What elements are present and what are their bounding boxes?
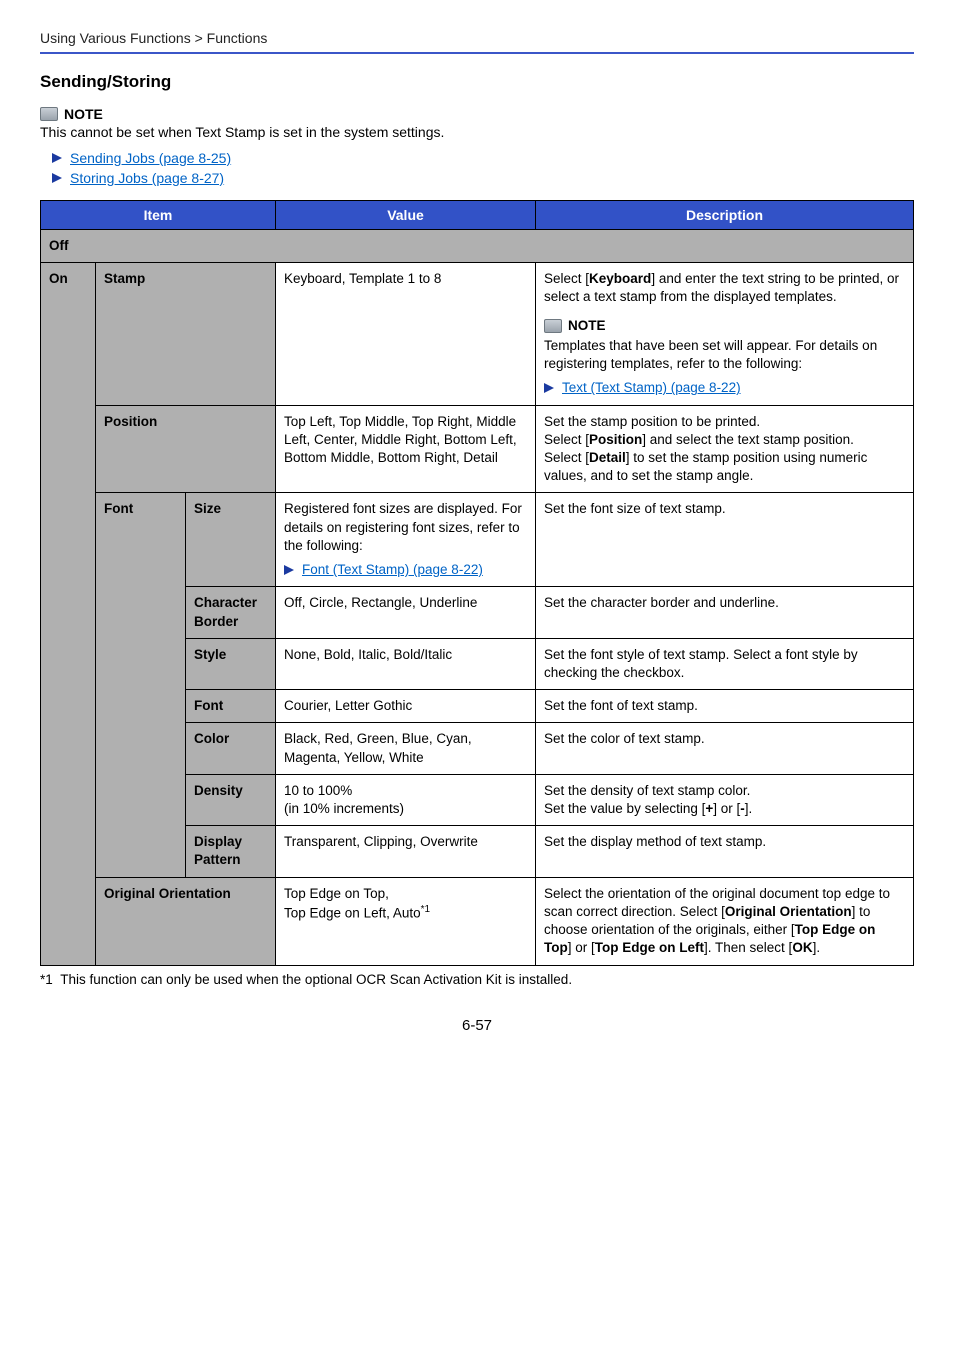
row-orientation: Original Orientation Top Edge on Top, To… [41,877,914,965]
cell-position-desc: Set the stamp position to be printed. Se… [536,405,914,493]
cell-on: On [41,263,96,965]
cell-border-desc: Set the character border and underline. [536,587,914,638]
arrow-icon [52,173,62,183]
cell-size-desc: Set the font size of text stamp. [536,493,914,587]
stamp-note-header: NOTE [544,317,905,335]
cell-off: Off [41,230,914,263]
footnote-marker: *1 [40,972,53,987]
header-rule [40,52,914,54]
page-number: 6-57 [40,1017,914,1034]
cell-color-value: Black, Red, Green, Blue, Cyan, Magenta, … [276,723,536,774]
link-row-sending: Sending Jobs (page 8-25) [52,150,914,166]
cell-density-value: 10 to 100% (in 10% increments) [276,774,536,825]
arrow-icon [52,153,62,163]
cell-size-label: Size [186,493,276,587]
cell-pattern-desc: Set the display method of text stamp. [536,826,914,877]
footnote-text: This function can only be used when the … [60,972,572,987]
cell-color-label: Color [186,723,276,774]
cell-pattern-value: Transparent, Clipping, Overwrite [276,826,536,877]
note-icon [544,319,562,333]
row-stamp: On Stamp Keyboard, Template 1 to 8 Selec… [41,263,914,405]
stamp-link-row: Text (Text Stamp) (page 8-22) [544,379,905,397]
orientation-value-b: Top Edge on Left, Auto*1 [284,903,527,923]
section-title: Sending/Storing [40,72,914,92]
note-icon [40,107,58,121]
cell-color-desc: Set the color of text stamp. [536,723,914,774]
link-storing[interactable]: Storing Jobs (page 8-27) [70,170,224,186]
cell-border-label: Character Border [186,587,276,638]
cell-orientation-label: Original Orientation [96,877,276,965]
row-size: Font Size Registered font sizes are disp… [41,493,914,587]
table-header-row: Item Value Description [41,201,914,230]
cell-orientation-desc: Select the orientation of the original d… [536,877,914,965]
link-sending[interactable]: Sending Jobs (page 8-25) [70,150,231,166]
cell-density-label: Density [186,774,276,825]
cell-pattern-label: Display Pattern [186,826,276,877]
cell-position-label: Position [96,405,276,493]
note-text: This cannot be set when Text Stamp is se… [40,124,914,140]
cell-font-group: Font [96,493,186,877]
row-position: Position Top Left, Top Middle, Top Right… [41,405,914,493]
stamp-desc1: Select [Keyboard] and enter the text str… [544,271,899,304]
density-desc-a: Set the density of text stamp color. [544,782,905,800]
stamp-desc2: Templates that have been set will appear… [544,338,877,371]
cell-orientation-value: Top Edge on Top, Top Edge on Left, Auto*… [276,877,536,965]
cell-style-value: None, Bold, Italic, Bold/Italic [276,638,536,689]
orientation-sup: *1 [421,904,430,915]
cell-size-value: Registered font sizes are displayed. For… [276,493,536,587]
note-label: NOTE [568,317,606,335]
cell-font-desc: Set the font of text stamp. [536,690,914,723]
header-value: Value [276,201,536,230]
cell-font-label: Font [186,690,276,723]
size-link-row: Font (Text Stamp) (page 8-22) [284,561,527,579]
settings-table: Item Value Description Off On Stamp Keyb… [40,200,914,966]
link-text-stamp[interactable]: Text (Text Stamp) (page 8-22) [562,379,741,397]
position-desc-b: Select [Position] and select the text st… [544,431,905,449]
link-font-stamp[interactable]: Font (Text Stamp) (page 8-22) [302,561,483,579]
cell-style-label: Style [186,638,276,689]
header-description: Description [536,201,914,230]
position-desc-c: Select [Detail] to set the stamp positio… [544,449,905,485]
size-value-text: Registered font sizes are displayed. For… [284,501,522,552]
header-item: Item [41,201,276,230]
footnote: *1 This function can only be used when t… [40,972,914,987]
arrow-icon [544,383,554,393]
note-header: NOTE [40,106,914,122]
density-value-b: (in 10% increments) [284,800,527,818]
cell-border-value: Off, Circle, Rectangle, Underline [276,587,536,638]
position-desc-a: Set the stamp position to be printed. [544,413,905,431]
cell-position-value: Top Left, Top Middle, Top Right, Middle … [276,405,536,493]
orientation-value-a: Top Edge on Top, [284,885,527,903]
density-desc-b: Set the value by selecting [+] or [-]. [544,800,905,818]
cell-stamp-value: Keyboard, Template 1 to 8 [276,263,536,405]
cell-stamp-desc: Select [Keyboard] and enter the text str… [536,263,914,405]
arrow-icon [284,565,294,575]
link-row-storing: Storing Jobs (page 8-27) [52,170,914,186]
density-value-a: 10 to 100% [284,782,527,800]
cell-font-value: Courier, Letter Gothic [276,690,536,723]
cell-density-desc: Set the density of text stamp color. Set… [536,774,914,825]
breadcrumb: Using Various Functions > Functions [40,30,914,52]
note-label: NOTE [64,106,103,122]
row-off: Off [41,230,914,263]
cell-style-desc: Set the font style of text stamp. Select… [536,638,914,689]
cell-stamp-label: Stamp [96,263,276,405]
